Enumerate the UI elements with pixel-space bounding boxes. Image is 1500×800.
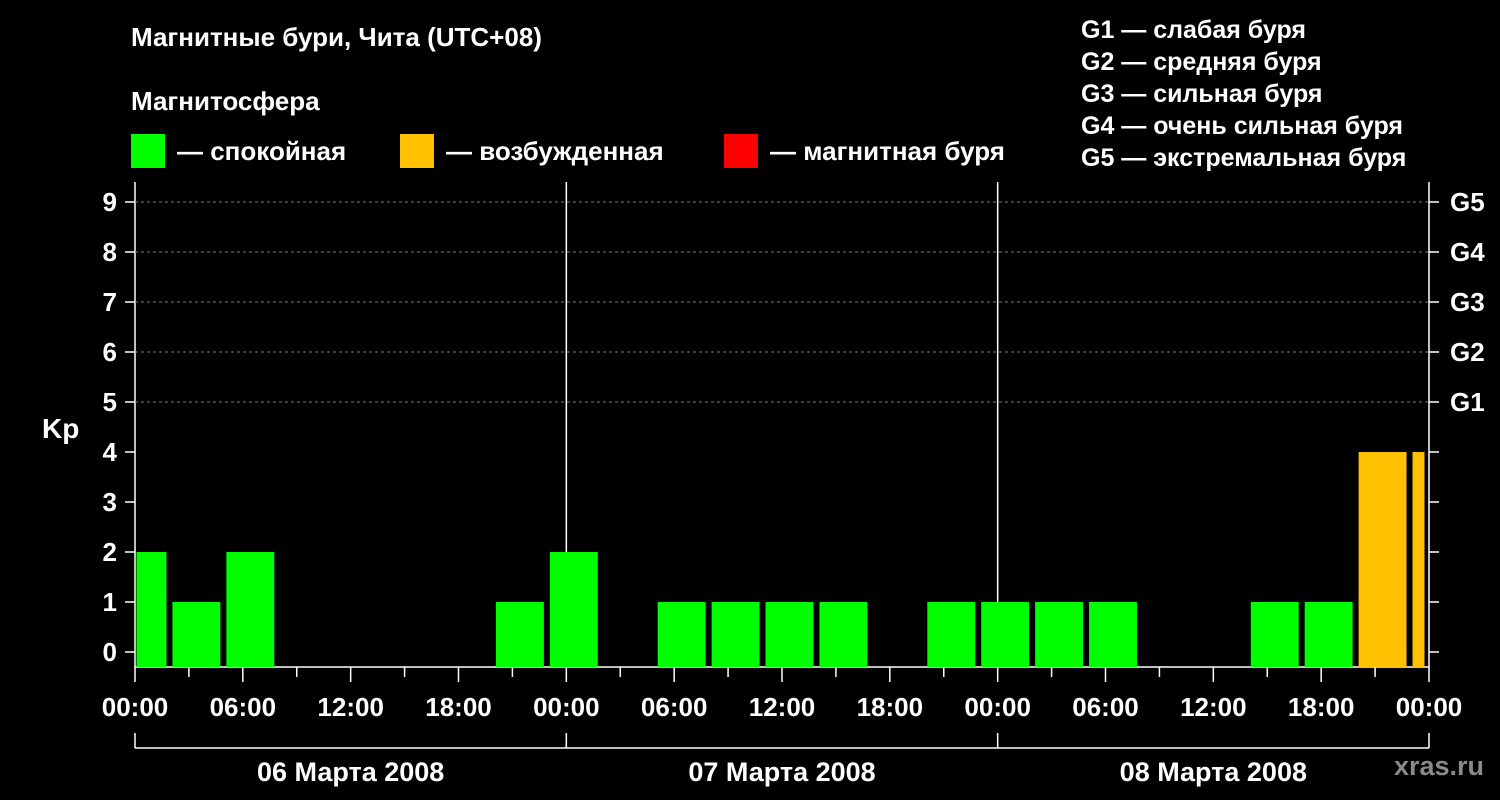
- x-tick-label: 18:00: [857, 692, 924, 722]
- kp-bar: [136, 552, 167, 667]
- day-label: 07 Марта 2008: [688, 757, 875, 787]
- watermark: xras.ru: [1393, 751, 1484, 781]
- x-tick-label: 12:00: [749, 692, 816, 722]
- kp-bar: [657, 602, 706, 667]
- y-axis-label: Kp: [42, 413, 79, 444]
- kp-bar: [549, 552, 598, 667]
- y-tick-label: 4: [103, 437, 118, 467]
- kp-bar: [226, 552, 275, 667]
- x-tick-label: 18:00: [1288, 692, 1355, 722]
- kp-bar: [1358, 452, 1407, 667]
- kp-bar: [172, 602, 221, 667]
- y-tick-label: 9: [103, 187, 117, 217]
- g-level-label: G1: [1450, 387, 1485, 417]
- kp-bar: [1035, 602, 1084, 667]
- kp-bar: [765, 602, 814, 667]
- kp-bar: [927, 602, 976, 667]
- y-tick-label: 3: [103, 487, 117, 517]
- g-level-label: G5: [1450, 187, 1485, 217]
- kp-bar: [1304, 602, 1353, 667]
- x-tick-label: 06:00: [210, 692, 277, 722]
- x-tick-label: 00:00: [533, 692, 600, 722]
- g-level-label: G4: [1450, 237, 1485, 267]
- y-tick-label: 5: [103, 387, 117, 417]
- g-level-label: G3: [1450, 287, 1485, 317]
- kp-bar: [1412, 452, 1425, 667]
- x-tick-label: 18:00: [425, 692, 492, 722]
- y-tick-label: 2: [103, 537, 117, 567]
- kp-bar: [711, 602, 760, 667]
- y-tick-label: 6: [103, 337, 117, 367]
- x-tick-label: 12:00: [317, 692, 384, 722]
- kp-bar-chart: 0 1 2 3 4 5 6 7 8 9 G1 G2 G3 G4 G5 Kp 00:00 06:00 12:00 18:…: [42, 182, 1485, 787]
- x-tick-label: 00:00: [964, 692, 1031, 722]
- x-tick-label: 06:00: [641, 692, 708, 722]
- kp-bar: [1089, 602, 1137, 667]
- kp-bar: [819, 602, 868, 667]
- y-tick-label: 0: [103, 637, 117, 667]
- x-tick-label: 12:00: [1180, 692, 1247, 722]
- x-tick-label: 06:00: [1072, 692, 1139, 722]
- y-tick-label: 1: [103, 587, 117, 617]
- y-tick-label: 7: [103, 287, 117, 317]
- x-tick-label: 00:00: [1396, 692, 1463, 722]
- kp-bar: [495, 602, 544, 667]
- g-level-label: G2: [1450, 337, 1485, 367]
- x-tick-label: 00:00: [102, 692, 169, 722]
- kp-bar: [1250, 602, 1299, 667]
- kp-bar: [981, 602, 1030, 667]
- day-label: 08 Марта 2008: [1120, 757, 1307, 787]
- y-tick-label: 8: [103, 237, 117, 267]
- day-label: 06 Марта 2008: [257, 757, 444, 787]
